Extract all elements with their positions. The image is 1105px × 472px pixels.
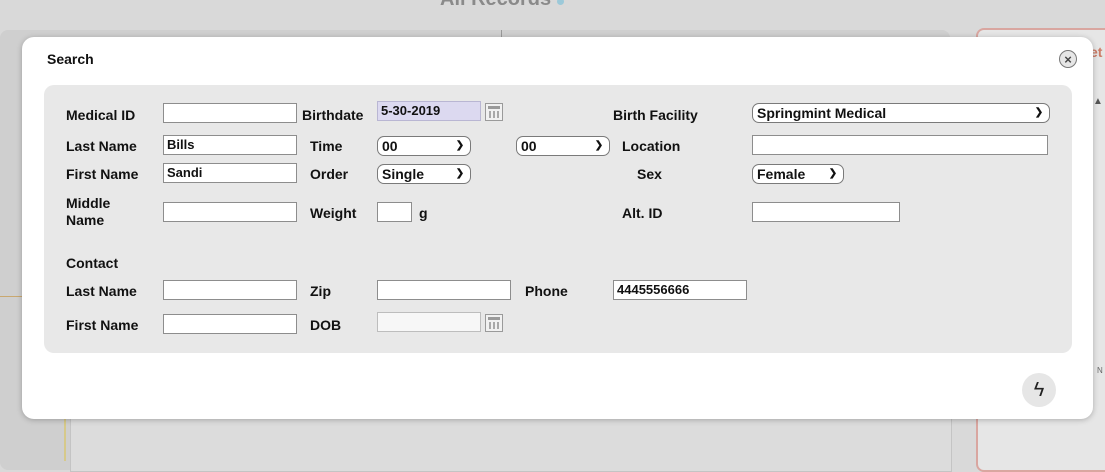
search-form: Medical ID Birthdate 5-30-2019 Birth Fac… (44, 85, 1072, 353)
search-modal: Search × Medical ID Birthdate 5-30-2019 … (22, 37, 1093, 419)
background-page-title: All Records (440, 0, 565, 11)
lightning-bolt-icon: ϟ (1033, 378, 1045, 401)
time-label: Time (310, 138, 343, 154)
order-label: Order (310, 166, 349, 182)
birth-facility-select[interactable]: Springmint Medical ❯ (752, 103, 1050, 123)
time-hour-select[interactable]: 00 ❯ (377, 136, 471, 156)
background-side-text: N (1097, 366, 1103, 375)
background-scroll-arrow-icon: ▲ (1093, 96, 1103, 107)
chevron-down-icon: ❯ (592, 139, 606, 153)
first-name-input[interactable]: Sandi (163, 163, 297, 183)
location-input[interactable] (752, 135, 1048, 155)
zip-input[interactable] (377, 280, 511, 300)
alt-id-input[interactable] (752, 202, 900, 222)
dob-input[interactable] (377, 312, 481, 332)
weight-label: Weight (310, 205, 357, 221)
medical-id-input[interactable] (163, 103, 297, 123)
sex-label: Sex (637, 166, 662, 182)
birth-facility-label: Birth Facility (613, 107, 698, 123)
calendar-icon[interactable] (485, 103, 503, 121)
search-submit-button[interactable]: ϟ (1022, 373, 1056, 407)
medical-id-label: Medical ID (66, 107, 136, 123)
dob-label: DOB (310, 317, 342, 333)
close-icon[interactable]: × (1059, 50, 1077, 68)
birthdate-input[interactable]: 5-30-2019 (377, 101, 481, 121)
weight-unit-label: g (419, 205, 428, 221)
phone-input[interactable]: 4445556666 (613, 280, 747, 300)
last-name-input[interactable]: Bills (163, 135, 297, 155)
time-minute-select[interactable]: 00 ❯ (516, 136, 610, 156)
sex-select[interactable]: Female ❯ (752, 164, 844, 184)
contact-last-name-input[interactable] (163, 280, 297, 300)
middle-name-input[interactable] (163, 202, 297, 222)
zip-label: Zip (310, 283, 331, 299)
weight-input[interactable] (377, 202, 412, 222)
contact-first-name-label: First Name (66, 317, 139, 333)
location-label: Location (622, 138, 681, 154)
chevron-down-icon: ❯ (453, 167, 467, 181)
phone-label: Phone (525, 283, 568, 299)
birthdate-label: Birthdate (302, 107, 364, 123)
order-select[interactable]: Single ❯ (377, 164, 471, 184)
chevron-down-icon: ❯ (453, 139, 467, 153)
calendar-icon[interactable] (485, 314, 503, 332)
chevron-down-icon: ❯ (1032, 106, 1046, 120)
chevron-down-icon: ❯ (826, 167, 840, 181)
alt-id-label: Alt. ID (622, 205, 663, 221)
contact-last-name-label: Last Name (66, 283, 137, 299)
modal-title: Search (47, 51, 94, 67)
middle-name-label: Middle Name (66, 195, 111, 228)
last-name-label: Last Name (66, 138, 137, 154)
contact-heading: Contact (66, 255, 119, 271)
first-name-label: First Name (66, 166, 139, 182)
contact-first-name-input[interactable] (163, 314, 297, 334)
